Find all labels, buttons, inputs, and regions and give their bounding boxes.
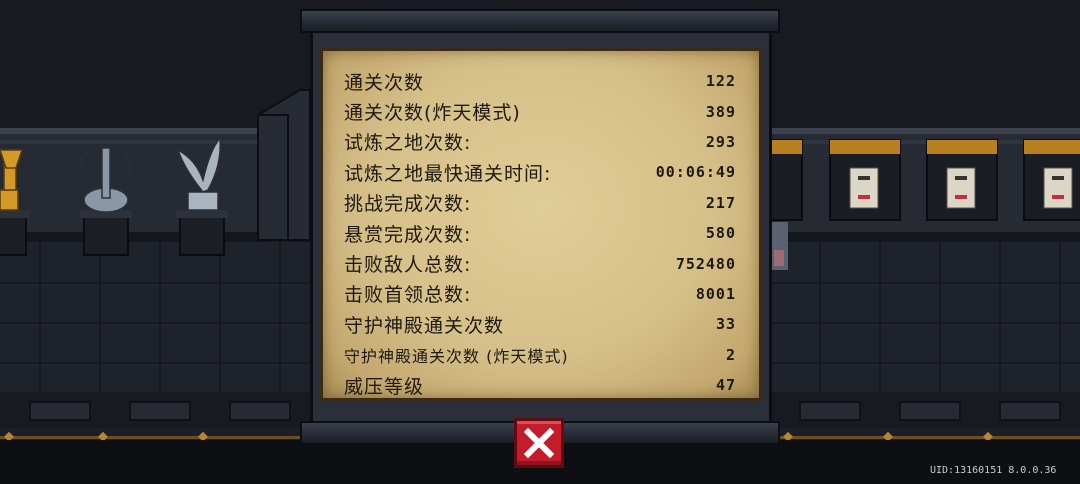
stat-row-clears: 通关次数 122: [344, 66, 736, 96]
close-button[interactable]: [514, 418, 564, 468]
stat-row-trial-fastest: 试炼之地最快通关时间: 00:06:49: [344, 157, 736, 187]
stat-row-bounties: 悬赏完成次数: 580: [344, 218, 736, 248]
stat-label: 击败首领总数:: [344, 284, 472, 307]
uid-version-label: UID:13160151 8.0.0.36: [930, 465, 1057, 476]
stat-value: 217: [705, 193, 736, 212]
stat-value: 122: [705, 72, 736, 91]
stat-value: 47: [715, 376, 736, 395]
stat-value: 580: [705, 224, 736, 243]
stats-list: 通关次数 122 通关次数(炸天模式) 389 试炼之地次数: 293 试炼之地…: [344, 66, 736, 400]
stat-label: 守护神殿通关次数: [344, 314, 505, 337]
stat-row-trial-count: 试炼之地次数: 293: [344, 127, 736, 157]
stat-value: 8001: [695, 284, 736, 303]
stat-label: 通关次数: [344, 71, 425, 94]
stat-label: 击败敌人总数:: [344, 254, 472, 277]
stat-value: 293: [705, 132, 736, 151]
stat-label: 通关次数(炸天模式): [344, 102, 521, 125]
stat-label: 守护神殿通关次数 (炸天模式): [344, 346, 569, 366]
scroll-top-rod: [300, 9, 780, 33]
stat-label: 试炼之地次数:: [344, 132, 472, 155]
stat-label: 悬赏完成次数:: [344, 223, 472, 246]
stat-value: 752480: [675, 254, 736, 273]
stat-row-challenges: 挑战完成次数: 217: [344, 188, 736, 218]
stat-value: 389: [705, 102, 736, 121]
stat-row-temple-clears-hard-mode: 守护神殿通关次数 (炸天模式) 2: [344, 340, 736, 370]
stat-value: 00:06:49: [655, 163, 736, 182]
stat-label: 挑战完成次数:: [344, 193, 472, 216]
stat-label: 试炼之地最快通关时间:: [344, 162, 552, 185]
stat-label: 威压等级: [344, 375, 425, 398]
stat-row-pressure-level: 威压等级 47: [344, 370, 736, 400]
stat-row-temple-clears: 守护神殿通关次数 33: [344, 309, 736, 339]
close-x-icon: [523, 427, 555, 459]
stat-row-clears-hard-mode: 通关次数(炸天模式) 389: [344, 96, 736, 126]
stat-row-enemies-defeated: 击败敌人总数: 752480: [344, 248, 736, 278]
stat-value: 33: [715, 315, 736, 334]
stat-row-bosses-defeated: 击败首领总数: 8001: [344, 279, 736, 309]
stat-value: 2: [725, 345, 736, 364]
